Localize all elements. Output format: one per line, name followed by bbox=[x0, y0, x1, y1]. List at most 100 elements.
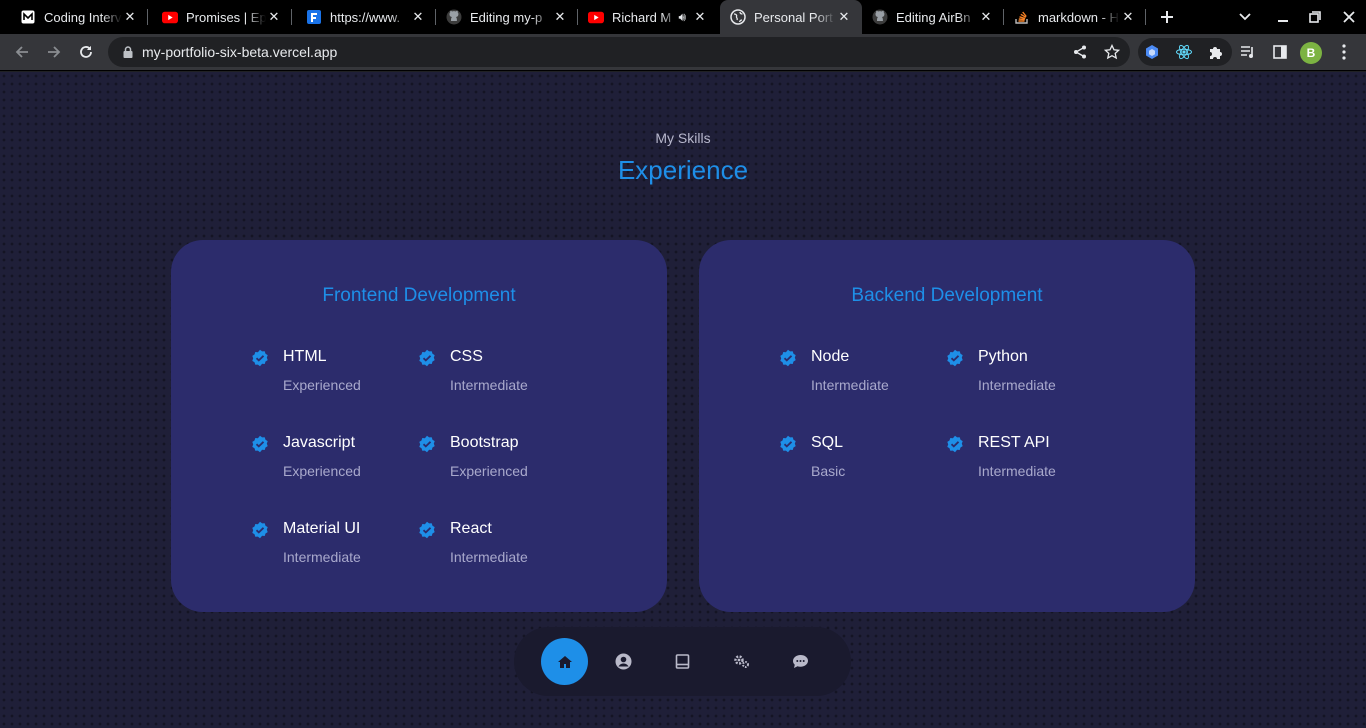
globe-icon bbox=[730, 9, 746, 25]
frontend-card: Frontend Development HTML Experienced CS… bbox=[171, 240, 667, 612]
plus-icon bbox=[1161, 11, 1173, 23]
close-tab-icon[interactable]: ✕ bbox=[552, 9, 568, 25]
github-icon bbox=[446, 9, 462, 25]
puzzle-icon[interactable] bbox=[1202, 38, 1230, 66]
skill-name: CSS bbox=[450, 348, 483, 365]
user-icon bbox=[615, 653, 632, 670]
skill-item: Bootstrap Experienced bbox=[418, 434, 578, 495]
nav-services[interactable] bbox=[718, 638, 765, 685]
youtube-icon bbox=[162, 9, 178, 25]
star-icon[interactable] bbox=[1102, 42, 1122, 62]
react-devtools-icon[interactable] bbox=[1170, 38, 1198, 66]
close-tab-icon[interactable]: ✕ bbox=[266, 9, 282, 25]
bottom-nav bbox=[514, 627, 851, 696]
skill-name: HTML bbox=[283, 348, 327, 365]
tab-personal-portfolio[interactable]: Personal Port ✕ bbox=[720, 0, 862, 34]
skill-item: Node Intermediate bbox=[779, 348, 939, 409]
tab-coding-interview[interactable]: Coding Interv ✕ bbox=[0, 0, 148, 34]
tab-editing-my-portfolio[interactable]: Editing my-p ✕ bbox=[436, 0, 578, 34]
share-icon[interactable] bbox=[1070, 42, 1090, 62]
verified-badge-icon bbox=[252, 521, 268, 539]
media-control-icon[interactable] bbox=[1234, 38, 1262, 66]
stackoverflow-icon bbox=[1014, 9, 1030, 25]
gears-icon bbox=[734, 655, 749, 668]
skill-item: Python Intermediate bbox=[946, 348, 1106, 409]
new-tab-button[interactable] bbox=[1152, 0, 1182, 34]
tab-strip: Coding Interv ✕ Promises | Ep ✕ https://… bbox=[0, 0, 1366, 34]
verified-badge-icon bbox=[419, 521, 435, 539]
restore-button[interactable] bbox=[1300, 0, 1330, 34]
nav-experience[interactable] bbox=[659, 638, 706, 685]
tab-title: Coding Interv bbox=[44, 9, 122, 25]
close-tab-icon[interactable]: ✕ bbox=[1120, 9, 1136, 25]
extension-blue-icon[interactable] bbox=[1138, 38, 1166, 66]
home-icon bbox=[557, 655, 572, 668]
verified-badge-icon bbox=[419, 435, 435, 453]
tab-title: Personal Port bbox=[754, 9, 833, 25]
skill-level: Experienced bbox=[283, 463, 361, 479]
skill-level: Basic bbox=[811, 463, 846, 479]
tab-markdown[interactable]: markdown - H ✕ bbox=[1004, 0, 1146, 34]
tab-separator bbox=[1145, 9, 1146, 25]
skill-level: Intermediate bbox=[978, 377, 1056, 393]
minimize-button[interactable] bbox=[1268, 0, 1298, 34]
skill-name: Javascript bbox=[283, 434, 356, 451]
nav-home[interactable] bbox=[541, 638, 588, 685]
skill-name: React bbox=[450, 520, 492, 537]
verified-badge-icon bbox=[419, 349, 435, 367]
nav-about[interactable] bbox=[600, 638, 647, 685]
close-window-button[interactable] bbox=[1334, 0, 1364, 34]
close-tab-icon[interactable]: ✕ bbox=[122, 9, 138, 25]
reload-button[interactable] bbox=[72, 38, 100, 66]
restore-icon bbox=[1309, 11, 1321, 23]
skill-item: CSS Intermediate bbox=[418, 348, 578, 409]
verified-badge-icon bbox=[252, 349, 268, 367]
chevron-down-icon bbox=[1239, 13, 1251, 21]
tab-title: Promises | Ep bbox=[186, 9, 266, 25]
back-button[interactable] bbox=[8, 38, 36, 66]
book-icon bbox=[675, 654, 690, 669]
github-icon bbox=[872, 9, 888, 25]
skill-level: Intermediate bbox=[978, 463, 1056, 479]
reload-icon bbox=[80, 46, 92, 58]
minimize-icon bbox=[1278, 20, 1288, 22]
forward-button[interactable] bbox=[40, 38, 68, 66]
tab-richard[interactable]: Richard M 🔊︎ ✕ bbox=[578, 0, 718, 34]
tab-editing-airbnb[interactable]: Editing AirBn ✕ bbox=[862, 0, 1004, 34]
backend-card: Backend Development Node Intermediate Py… bbox=[699, 240, 1195, 612]
skill-item: SQL Basic bbox=[779, 434, 939, 495]
tab-https[interactable]: https://www. ✕ bbox=[292, 0, 436, 34]
skill-item: HTML Experienced bbox=[251, 348, 411, 409]
skill-level: Experienced bbox=[283, 377, 361, 393]
speaker-icon[interactable]: 🔊︎ bbox=[678, 10, 686, 25]
close-icon bbox=[1343, 11, 1355, 23]
card-title: Frontend Development bbox=[322, 285, 516, 306]
close-tab-icon[interactable]: ✕ bbox=[692, 9, 708, 25]
address-bar[interactable]: my-portfolio-six-beta.vercel.app bbox=[108, 37, 1130, 67]
f-icon bbox=[306, 9, 322, 25]
profile-avatar[interactable]: B bbox=[1300, 42, 1322, 64]
close-tab-icon[interactable]: ✕ bbox=[978, 9, 994, 25]
skill-name: REST API bbox=[978, 434, 1050, 451]
kebab-menu-icon[interactable] bbox=[1330, 38, 1358, 66]
tab-search-button[interactable] bbox=[1230, 0, 1260, 34]
lock-icon[interactable] bbox=[120, 44, 136, 60]
verified-badge-icon bbox=[947, 349, 963, 367]
tab-title: markdown - H bbox=[1038, 9, 1119, 25]
skill-name: Bootstrap bbox=[450, 434, 519, 451]
side-panel-icon[interactable] bbox=[1266, 38, 1294, 66]
coding-interview-favicon bbox=[20, 9, 36, 25]
verified-badge-icon bbox=[252, 435, 268, 453]
skill-level: Intermediate bbox=[450, 549, 528, 565]
close-tab-icon[interactable]: ✕ bbox=[836, 9, 852, 25]
tab-title: Editing AirBn bbox=[896, 9, 971, 25]
skill-name: Python bbox=[978, 348, 1028, 365]
card-title: Backend Development bbox=[851, 285, 1043, 306]
nav-contact[interactable] bbox=[777, 638, 824, 685]
skill-name: Material UI bbox=[283, 520, 361, 537]
close-tab-icon[interactable]: ✕ bbox=[410, 9, 426, 25]
youtube-icon bbox=[588, 9, 604, 25]
chat-icon bbox=[793, 655, 808, 668]
tab-promises[interactable]: Promises | Ep ✕ bbox=[148, 0, 292, 34]
skill-level: Intermediate bbox=[811, 377, 889, 393]
